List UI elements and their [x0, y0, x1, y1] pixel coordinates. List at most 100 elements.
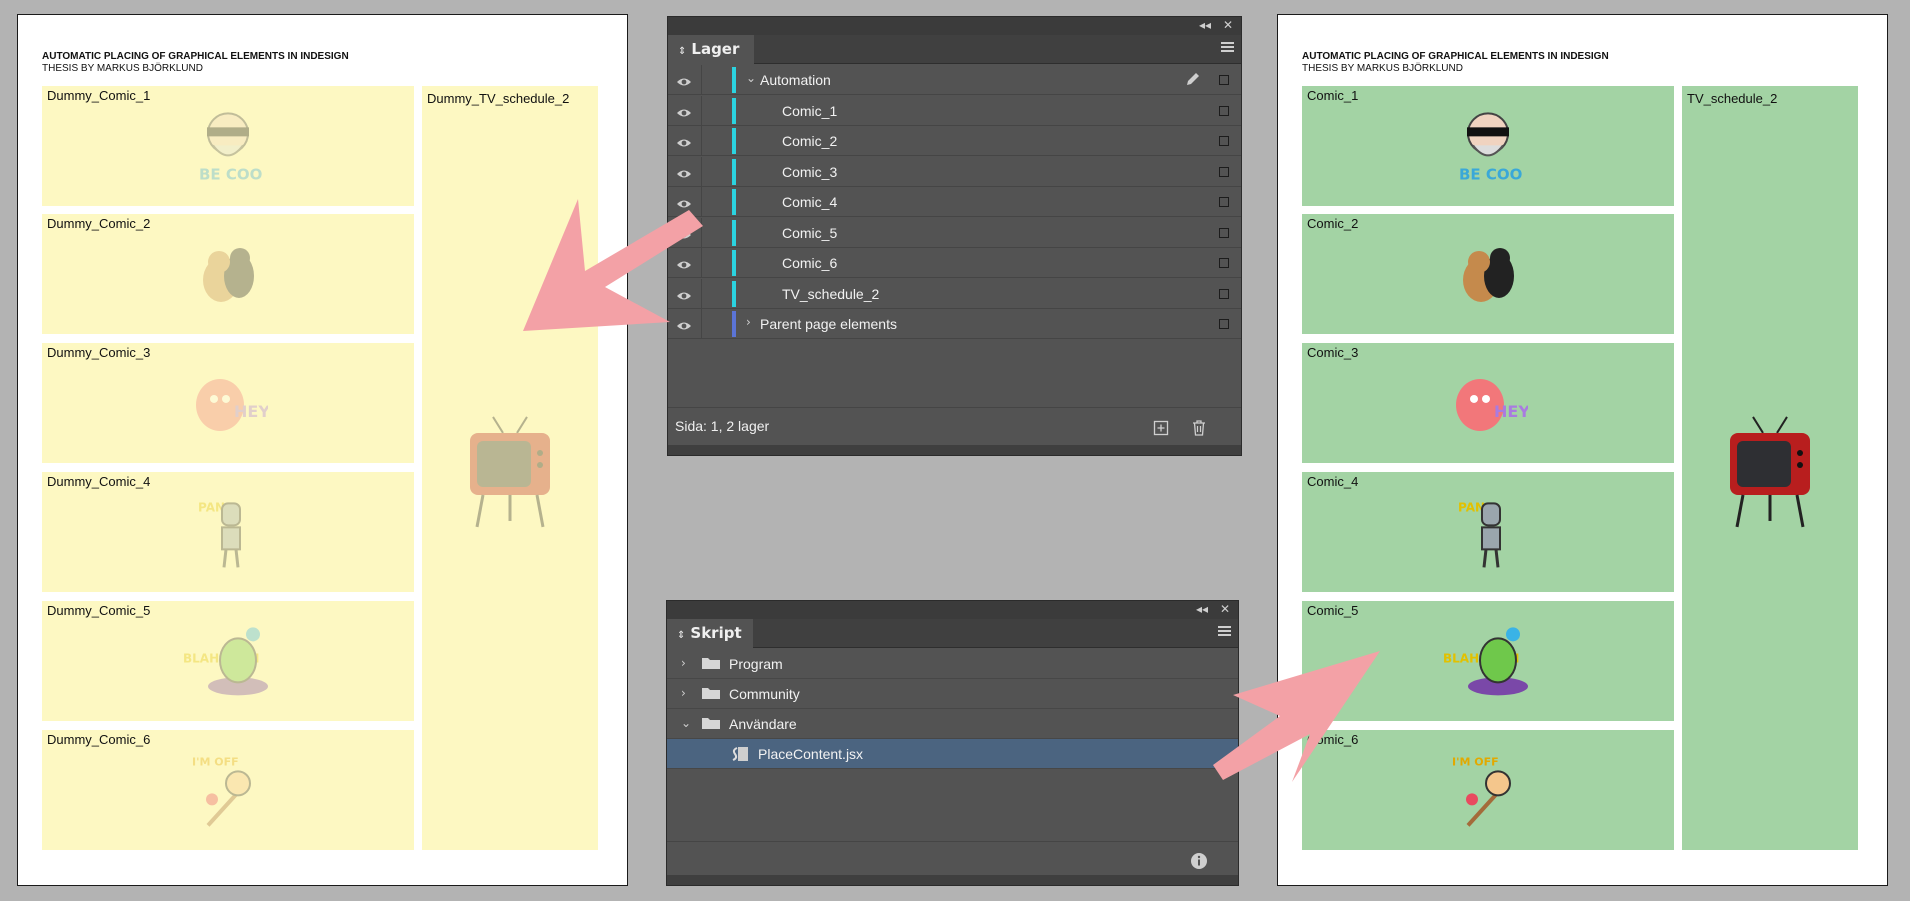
- sublayer-comic-5[interactable]: Comic_5: [668, 217, 1241, 248]
- column-divider: [701, 187, 702, 217]
- comic-text: HEY: [1494, 402, 1528, 421]
- chevron-down-icon[interactable]: ⌄: [681, 716, 691, 730]
- tv-image: [465, 411, 555, 535]
- panel-resize-grip[interactable]: [668, 445, 1241, 455]
- tab-layers[interactable]: ⇕ Lager: [668, 35, 754, 64]
- frame-label: Comic_5: [1307, 603, 1359, 618]
- scripts-panel: ◂◂ ✕ ⇕ Skript › Program › Community ⌄ Anv…: [666, 600, 1239, 886]
- script-folder-program[interactable]: › Program: [667, 649, 1238, 679]
- comic-frame[interactable]: Comic_5 BLAH BLAH: [1302, 601, 1674, 721]
- comic-pig-hey-image: HEY: [188, 369, 270, 443]
- dummy-tv-schedule-frame[interactable]: Dummy_TV_schedule_2: [422, 86, 598, 850]
- document-title: AUTOMATIC PLACING OF GRAPHICAL ELEMENTS …: [42, 51, 349, 62]
- comic-frame[interactable]: Comic_1 BE COOL!: [1302, 86, 1674, 206]
- comic-frame[interactable]: Comic_4 PAN: [1302, 472, 1674, 592]
- comic-alien-ufo-image: BLAH BLAH: [183, 622, 273, 706]
- layer-color-bar: [732, 219, 736, 246]
- script-file-icon: [732, 747, 748, 761]
- tv-image: [1725, 411, 1815, 535]
- document-subtitle: THESIS BY MARKUS BJÖRKLUND: [1302, 63, 1463, 74]
- trash-icon[interactable]: [1191, 419, 1207, 437]
- comic-frame[interactable]: Comic_6 I'M OFF: [1302, 730, 1674, 850]
- comic-text: I'M OFF: [192, 755, 239, 768]
- frame-label: Comic_2: [1307, 216, 1359, 231]
- layer-select-square[interactable]: [1219, 105, 1229, 116]
- dummy-comic-frame[interactable]: Dummy_Comic_1 BE COOL!: [42, 86, 414, 206]
- chevron-right-icon[interactable]: ›: [746, 315, 751, 329]
- tab-scripts[interactable]: ⇕ Skript: [667, 619, 753, 648]
- layer-select-square[interactable]: [1219, 136, 1229, 146]
- layer-name: Comic_5: [782, 224, 838, 241]
- chevron-right-icon[interactable]: ›: [681, 686, 686, 700]
- column-divider: [701, 65, 702, 95]
- panel-titlebar[interactable]: ◂◂ ✕: [668, 17, 1241, 35]
- dummy-comic-frame[interactable]: Dummy_Comic_3 HEY: [42, 343, 414, 463]
- layer-select-square[interactable]: [1219, 288, 1229, 299]
- layer-automation[interactable]: ⌄ Automation: [668, 65, 1241, 95]
- layer-select-square[interactable]: [1219, 227, 1229, 238]
- sublayer-comic-4[interactable]: Comic_4: [668, 187, 1241, 217]
- dummy-comic-frame[interactable]: Dummy_Comic_4 PAN: [42, 472, 414, 592]
- comic-text: PAN: [1458, 500, 1485, 514]
- layer-select-square[interactable]: [1219, 197, 1229, 207]
- layer-select-square[interactable]: [1219, 166, 1229, 177]
- sublayer-comic-1[interactable]: Comic_1: [668, 95, 1241, 126]
- panel-tabbar: ⇕ Lager: [668, 35, 1241, 64]
- script-folder-user[interactable]: ⌄ Användare: [667, 709, 1238, 739]
- eye-icon[interactable]: [676, 104, 692, 123]
- script-file-row[interactable]: PlaceContent.jsx: [667, 739, 1238, 769]
- frame-label: Comic_1: [1307, 88, 1359, 103]
- layers-status-text: Sida: 1, 2 lager: [675, 418, 770, 434]
- sublayer-comic-3[interactable]: Comic_3: [668, 156, 1241, 187]
- layer-color-bar: [732, 128, 736, 154]
- eye-icon[interactable]: [676, 226, 692, 245]
- collapse-icon[interactable]: ◂◂: [1196, 602, 1208, 616]
- close-icon[interactable]: ✕: [1220, 602, 1230, 616]
- left-document-page: AUTOMATIC PLACING OF GRAPHICAL ELEMENTS …: [17, 14, 628, 886]
- dummy-comic-frame[interactable]: Dummy_Comic_2: [42, 214, 414, 334]
- eye-icon[interactable]: [676, 134, 692, 153]
- panel-resize-grip[interactable]: [667, 875, 1238, 885]
- dummy-comic-frame[interactable]: Dummy_Comic_6 I'M OFF: [42, 730, 414, 850]
- sublayer-tv-schedule-2[interactable]: TV_schedule_2: [668, 278, 1241, 309]
- eye-icon[interactable]: [676, 287, 692, 306]
- comic-cat-deckchair-image: I'M OFF: [188, 751, 268, 835]
- info-icon[interactable]: [1190, 852, 1208, 870]
- script-file-label: PlaceContent.jsx: [758, 746, 864, 762]
- frame-label: Comic_6: [1307, 732, 1359, 747]
- panel-menu-icon[interactable]: [1218, 626, 1231, 638]
- new-layer-icon[interactable]: [1153, 420, 1169, 436]
- chevron-down-icon[interactable]: ⌄: [746, 71, 756, 85]
- comic-frame[interactable]: Comic_3 HEY: [1302, 343, 1674, 463]
- eye-icon[interactable]: [676, 256, 692, 275]
- layer-select-square[interactable]: [1219, 319, 1229, 329]
- tab-label: Lager: [691, 40, 740, 58]
- comic-frame[interactable]: Comic_2: [1302, 214, 1674, 334]
- column-divider: [701, 309, 702, 339]
- layer-parent-page-elements[interactable]: › Parent page elements: [668, 309, 1241, 339]
- collapse-icon[interactable]: ◂◂: [1199, 18, 1211, 32]
- layer-select-square[interactable]: [1219, 258, 1229, 268]
- chevron-right-icon[interactable]: ›: [681, 656, 686, 670]
- layer-color-bar: [732, 189, 736, 215]
- sublayer-comic-2[interactable]: Comic_2: [668, 126, 1241, 156]
- layer-name: Comic_3: [782, 163, 838, 180]
- layer-name: TV_schedule_2: [782, 285, 880, 302]
- eye-icon[interactable]: [676, 317, 692, 336]
- comic-cool-old-man-image: BE COOL!: [193, 107, 279, 191]
- close-icon[interactable]: ✕: [1223, 18, 1233, 32]
- layer-select-square[interactable]: [1219, 75, 1229, 85]
- frame-label: Dummy_Comic_3: [47, 345, 151, 360]
- dummy-comic-frame[interactable]: Dummy_Comic_5 BLAH BLAH: [42, 601, 414, 721]
- sublayer-comic-6[interactable]: Comic_6: [668, 248, 1241, 278]
- tv-schedule-frame[interactable]: TV_schedule_2: [1682, 86, 1858, 850]
- eye-icon[interactable]: [676, 73, 692, 92]
- panel-menu-icon[interactable]: [1221, 42, 1234, 54]
- panel-titlebar[interactable]: ◂◂ ✕: [667, 601, 1238, 619]
- folder-label: Program: [729, 656, 783, 672]
- script-folder-community[interactable]: › Community: [667, 679, 1238, 709]
- eye-icon[interactable]: [676, 165, 692, 184]
- column-divider: [701, 217, 702, 248]
- column-divider: [701, 156, 702, 187]
- eye-icon[interactable]: [676, 195, 692, 214]
